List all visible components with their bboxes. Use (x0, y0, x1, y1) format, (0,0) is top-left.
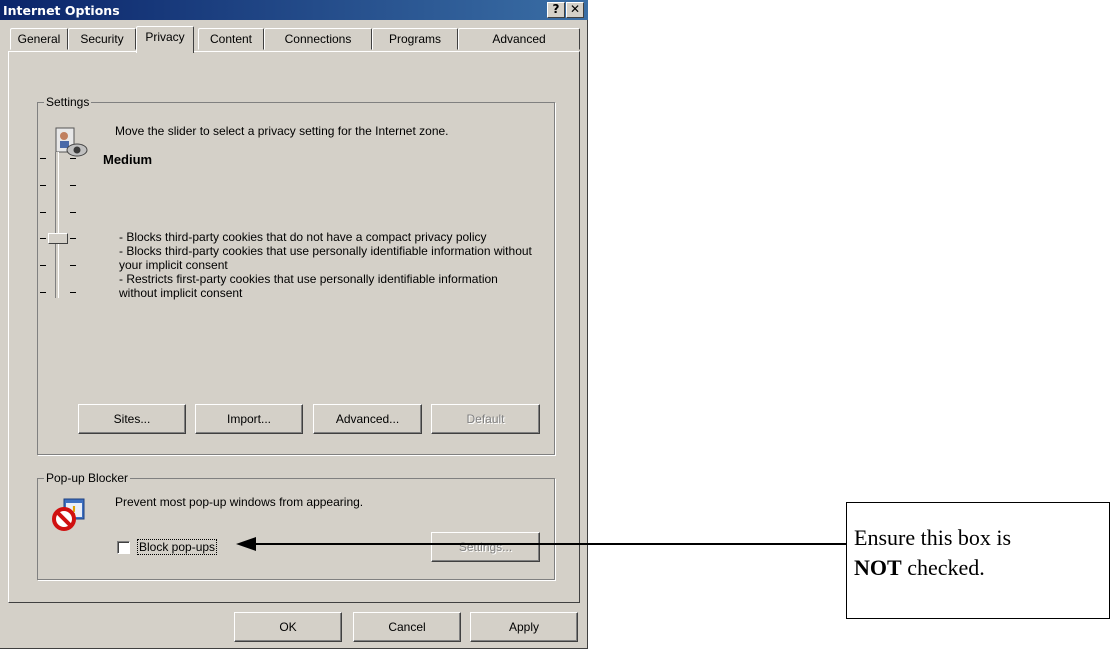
callout-line-2: NOT checked. (854, 553, 1109, 583)
callout-emphasis: NOT (854, 555, 902, 580)
callout-rest: checked. (901, 555, 985, 580)
annotation-callout: Ensure this box is NOT checked. (846, 502, 1110, 619)
callout-line-1: Ensure this box is (854, 525, 1012, 550)
tab-privacy[interactable]: Privacy (136, 26, 194, 53)
